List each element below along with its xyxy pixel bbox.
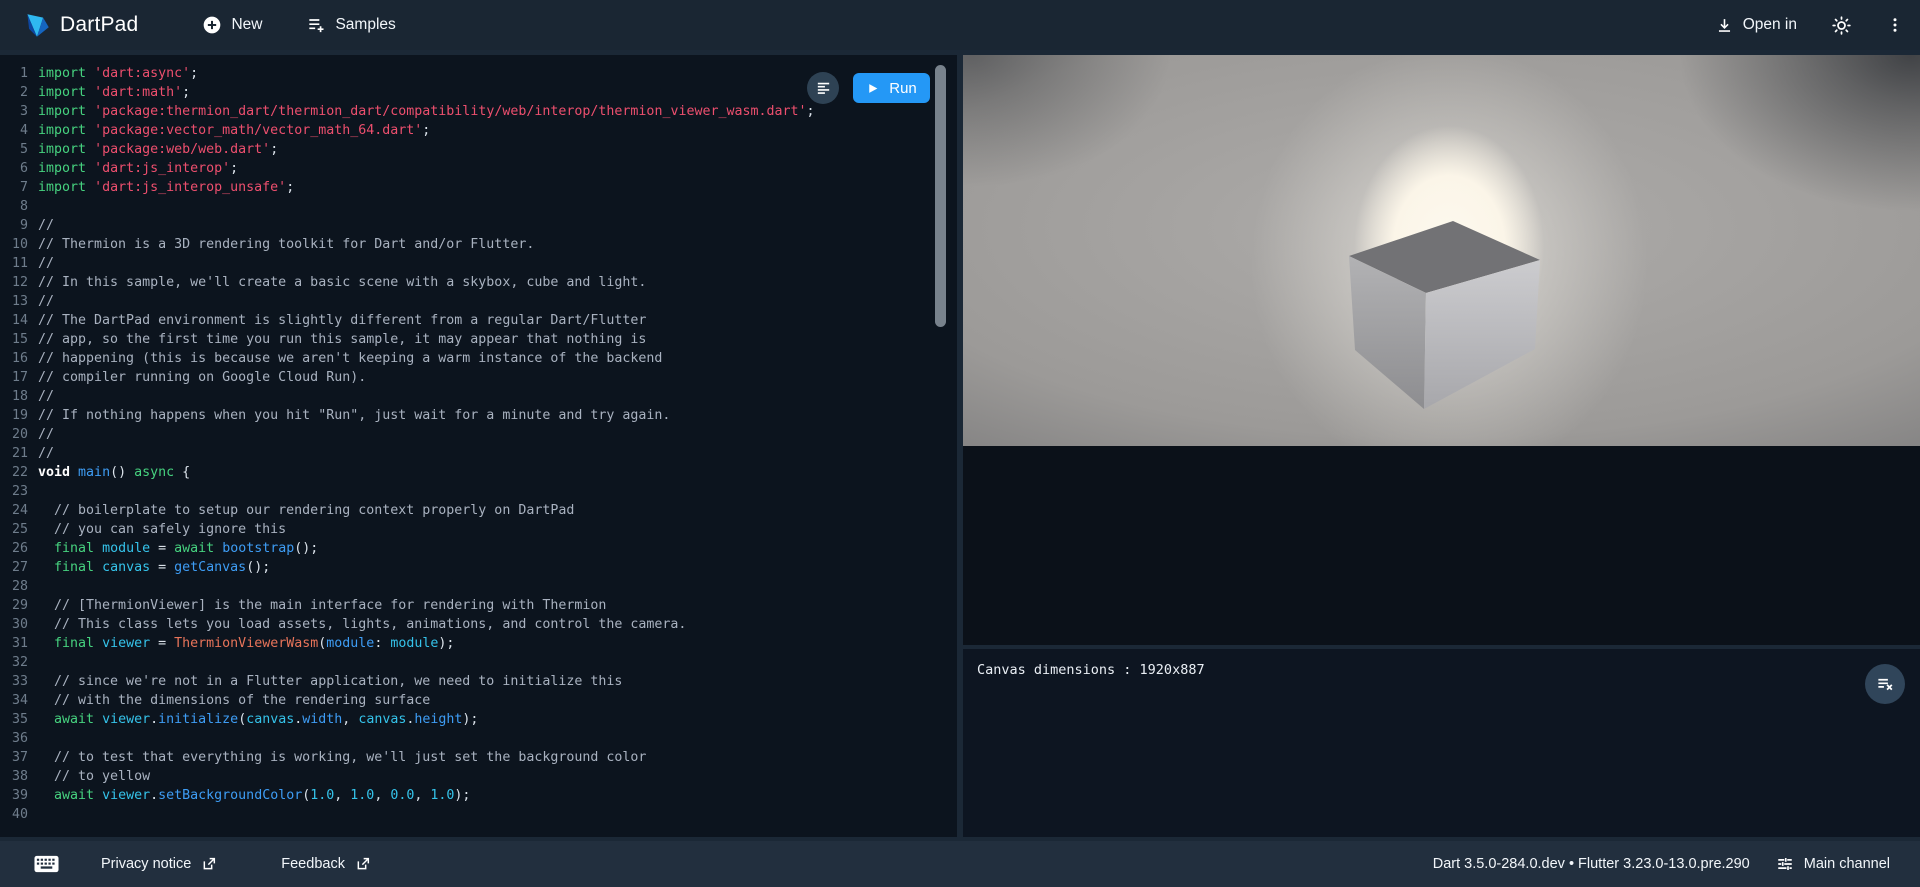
plus-circle-icon — [202, 15, 222, 35]
code-line: 36 — [0, 729, 957, 748]
code-line: 23 — [0, 482, 957, 501]
keyboard-shortcuts-button[interactable] — [34, 855, 59, 873]
code-line: 8 — [0, 197, 957, 216]
main-split: 1import 'dart:async';2import 'dart:math'… — [0, 50, 1920, 841]
code-line: 33 // since we're not in a Flutter appli… — [0, 672, 957, 691]
app-title: DartPad — [60, 13, 138, 37]
code-line: 29 // [ThermionViewer] is the main inter… — [0, 596, 957, 615]
code-line: 32 — [0, 653, 957, 672]
download-icon — [1715, 16, 1734, 35]
code-line: 26 final module = await bootstrap(); — [0, 539, 957, 558]
console-output: Canvas dimensions : 1920x887 — [977, 661, 1205, 680]
code-line: 5import 'package:web/web.dart'; — [0, 140, 957, 159]
code-line: 24 // boilerplate to setup our rendering… — [0, 501, 957, 520]
code-line: 16// happening (this is because we aren'… — [0, 349, 957, 368]
clear-console-icon — [1876, 675, 1895, 694]
code-line: 11// — [0, 254, 957, 273]
code-line: 3import 'package:thermion_dart/thermion_… — [0, 102, 957, 121]
code-line: 9// — [0, 216, 957, 235]
clear-console-button[interactable] — [1865, 664, 1905, 704]
code-line: 4import 'package:vector_math/vector_math… — [0, 121, 957, 140]
samples-button-label: Samples — [335, 16, 395, 34]
status-bar: Privacy notice Feedback Dart 3.5.0-284.0… — [0, 841, 1920, 887]
render-canvas-background — [963, 446, 1920, 645]
code-editor[interactable]: 1import 'dart:async';2import 'dart:math'… — [0, 55, 957, 837]
code-line: 22void main() async { — [0, 463, 957, 482]
code-line: 27 final canvas = getCanvas(); — [0, 558, 957, 577]
top-bar: DartPad New Samples Open in — [0, 0, 1920, 50]
new-button-label: New — [231, 16, 262, 34]
code-line: 21// — [0, 444, 957, 463]
code-line: 12// In this sample, we'll create a basi… — [0, 273, 957, 292]
code-line: 20// — [0, 425, 957, 444]
output-pane: Canvas dimensions : 1920x887 — [963, 55, 1920, 837]
run-button[interactable]: Run — [853, 73, 930, 103]
code-line: 25 // you can safely ignore this — [0, 520, 957, 539]
brightness-toggle-button[interactable] — [1831, 15, 1852, 36]
channel-label: Main channel — [1804, 856, 1890, 872]
open-in-label: Open in — [1743, 16, 1797, 34]
code-line: 37 // to test that everything is working… — [0, 748, 957, 767]
code-line: 13// — [0, 292, 957, 311]
editor-scrollbar-thumb[interactable] — [935, 65, 946, 327]
format-button[interactable] — [807, 72, 839, 104]
code-line: 35 await viewer.initialize(canvas.width,… — [0, 710, 957, 729]
privacy-notice-link[interactable]: Privacy notice — [101, 856, 217, 872]
code-lines: 1import 'dart:async';2import 'dart:math'… — [0, 64, 957, 824]
brightness-sun-icon — [1831, 15, 1852, 36]
code-line: 30 // This class lets you load assets, l… — [0, 615, 957, 634]
feedback-link[interactable]: Feedback — [281, 856, 371, 872]
code-line: 19// If nothing happens when you hit "Ru… — [0, 406, 957, 425]
overflow-menu-button[interactable] — [1886, 15, 1904, 35]
render-canvas[interactable] — [963, 55, 1920, 446]
keyboard-icon — [34, 855, 59, 873]
code-line: 6import 'dart:js_interop'; — [0, 159, 957, 178]
open-in-button[interactable]: Open in — [1715, 16, 1797, 35]
samples-button[interactable]: Samples — [306, 15, 395, 35]
editor-pane: 1import 'dart:async';2import 'dart:math'… — [0, 55, 957, 837]
version-text: Dart 3.5.0-284.0.dev • Flutter 3.23.0-13… — [1433, 856, 1750, 872]
dartpad-app: DartPad New Samples Open in — [0, 0, 1920, 887]
feedback-label: Feedback — [281, 856, 345, 872]
format-align-icon — [815, 80, 832, 97]
code-line: 10// Thermion is a 3D rendering toolkit … — [0, 235, 957, 254]
code-line: 34 // with the dimensions of the renderi… — [0, 691, 957, 710]
code-line: 31 final viewer = ThermionViewerWasm(mod… — [0, 634, 957, 653]
code-line: 15// app, so the first time you run this… — [0, 330, 957, 349]
code-line: 18// — [0, 387, 957, 406]
external-link-icon — [201, 856, 217, 872]
play-icon — [866, 82, 879, 95]
console-panel: Canvas dimensions : 1920x887 — [963, 649, 1920, 837]
privacy-notice-label: Privacy notice — [101, 856, 191, 872]
code-line: 28 — [0, 577, 957, 596]
channel-selector-button[interactable]: Main channel — [1776, 855, 1890, 873]
code-line: 14// The DartPad environment is slightly… — [0, 311, 957, 330]
external-link-icon — [355, 856, 371, 872]
code-line: 7import 'dart:js_interop_unsafe'; — [0, 178, 957, 197]
code-line: 39 await viewer.setBackgroundColor(1.0, … — [0, 786, 957, 805]
cube-3d — [1347, 221, 1540, 409]
tune-icon — [1776, 855, 1794, 873]
playlist-add-icon — [306, 15, 326, 35]
new-button[interactable]: New — [202, 15, 262, 35]
code-line: 38 // to yellow — [0, 767, 957, 786]
kebab-menu-icon — [1886, 15, 1904, 35]
code-line: 40 — [0, 805, 957, 824]
dartpad-logo-icon — [24, 12, 51, 39]
run-button-label: Run — [889, 80, 917, 97]
code-line: 17// compiler running on Google Cloud Ru… — [0, 368, 957, 387]
